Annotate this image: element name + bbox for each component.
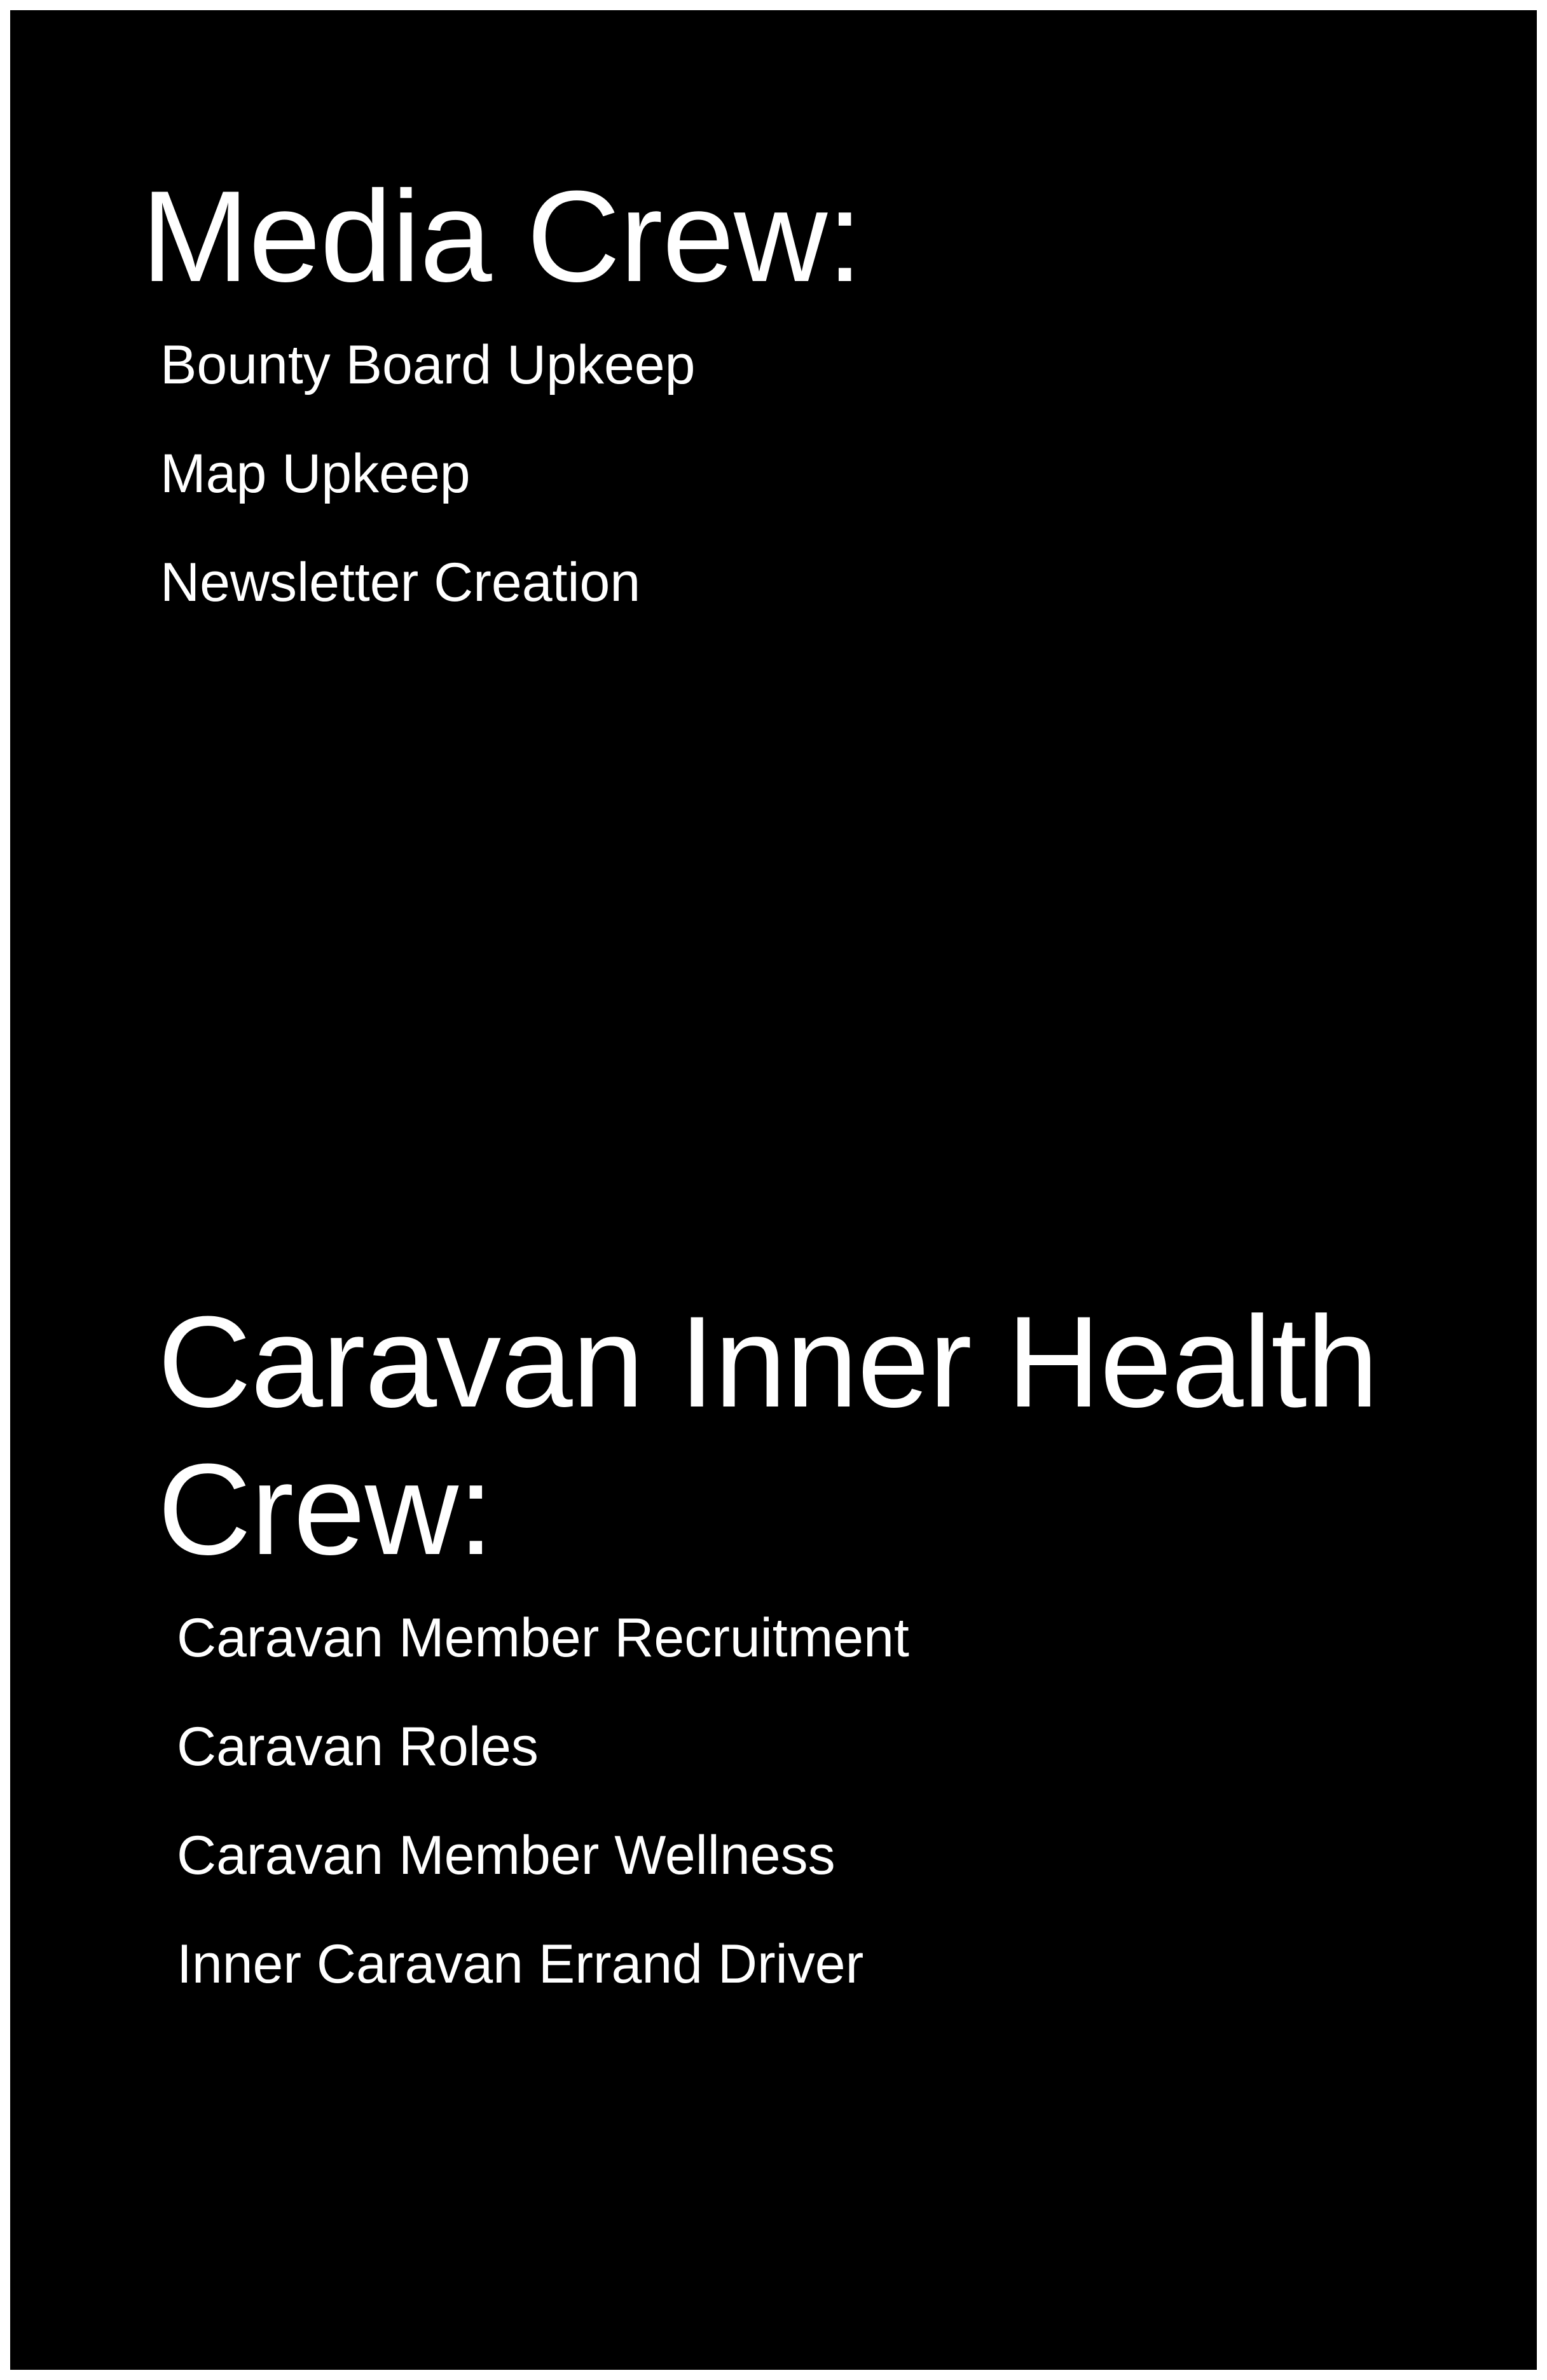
inner-health-crew-heading: Caravan Inner Health Crew:	[158, 1290, 1379, 1582]
task-inner-caravan-errand-driver: Inner Caravan Errand Driver	[177, 1934, 864, 1995]
media-crew-heading: Media Crew:	[141, 164, 863, 309]
task-map-upkeep: Map Upkeep	[160, 443, 471, 504]
task-newsletter-creation: Newsletter Creation	[160, 552, 641, 613]
task-bounty-board-upkeep: Bounty Board Upkeep	[160, 334, 696, 396]
inner-health-crew-task-list: Caravan Member Recruitment Caravan Roles…	[177, 1606, 1429, 1996]
task-caravan-roles: Caravan Roles	[177, 1716, 539, 1777]
inner-health-crew-section: Caravan Inner Health Crew: Caravan Membe…	[158, 1288, 1429, 2041]
document-page: Media Crew: Bounty Board Upkeep Map Upke…	[10, 10, 1537, 2370]
media-crew-task-list: Bounty Board Upkeep Map Upkeep Newslette…	[160, 333, 1413, 614]
task-caravan-member-recruitment: Caravan Member Recruitment	[177, 1607, 909, 1668]
task-caravan-member-wellness: Caravan Member Wellness	[177, 1825, 835, 1886]
media-crew-section: Media Crew: Bounty Board Upkeep Map Upke…	[141, 163, 1413, 659]
